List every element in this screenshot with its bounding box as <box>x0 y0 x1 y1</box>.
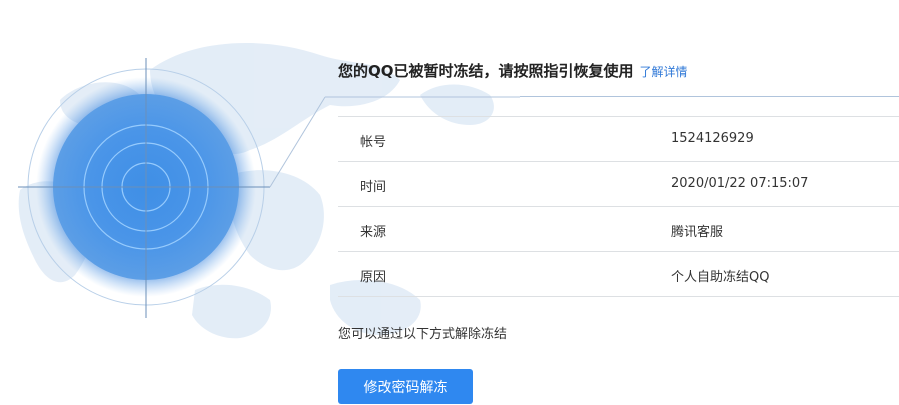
account-info-table: 帐号 1524126929 时间 2020/01/22 07:15:07 来源 … <box>338 116 899 297</box>
info-value: 个人自助冻结QQ <box>671 270 770 285</box>
unfreeze-hint: 您可以通过以下方式解除冻结 <box>338 327 508 342</box>
info-label: 时间 <box>360 180 387 195</box>
change-password-unfreeze-button[interactable]: 修改密码解冻 <box>338 369 473 404</box>
info-label: 来源 <box>360 225 387 240</box>
info-row-source: 来源 腾讯客服 <box>338 207 899 252</box>
page-title: 您的QQ已被暂时冻结，请按照指引恢复使用 <box>338 62 634 80</box>
info-row-account: 帐号 1524126929 <box>338 116 899 162</box>
info-row-time: 时间 2020/01/22 07:15:07 <box>338 162 899 207</box>
info-row-reason: 原因 个人自助冻结QQ <box>338 252 899 297</box>
info-label: 帐号 <box>360 135 387 150</box>
info-value: 1524126929 <box>671 131 754 146</box>
freeze-notice-heading: 您的QQ已被暂时冻结，请按照指引恢复使用 了解详情 <box>338 60 688 84</box>
info-value: 腾讯客服 <box>671 225 724 240</box>
info-value: 2020/01/22 07:15:07 <box>671 176 809 191</box>
info-label: 原因 <box>360 270 387 285</box>
connector-line-right <box>520 96 899 97</box>
learn-more-link[interactable]: 了解详情 <box>640 63 688 80</box>
